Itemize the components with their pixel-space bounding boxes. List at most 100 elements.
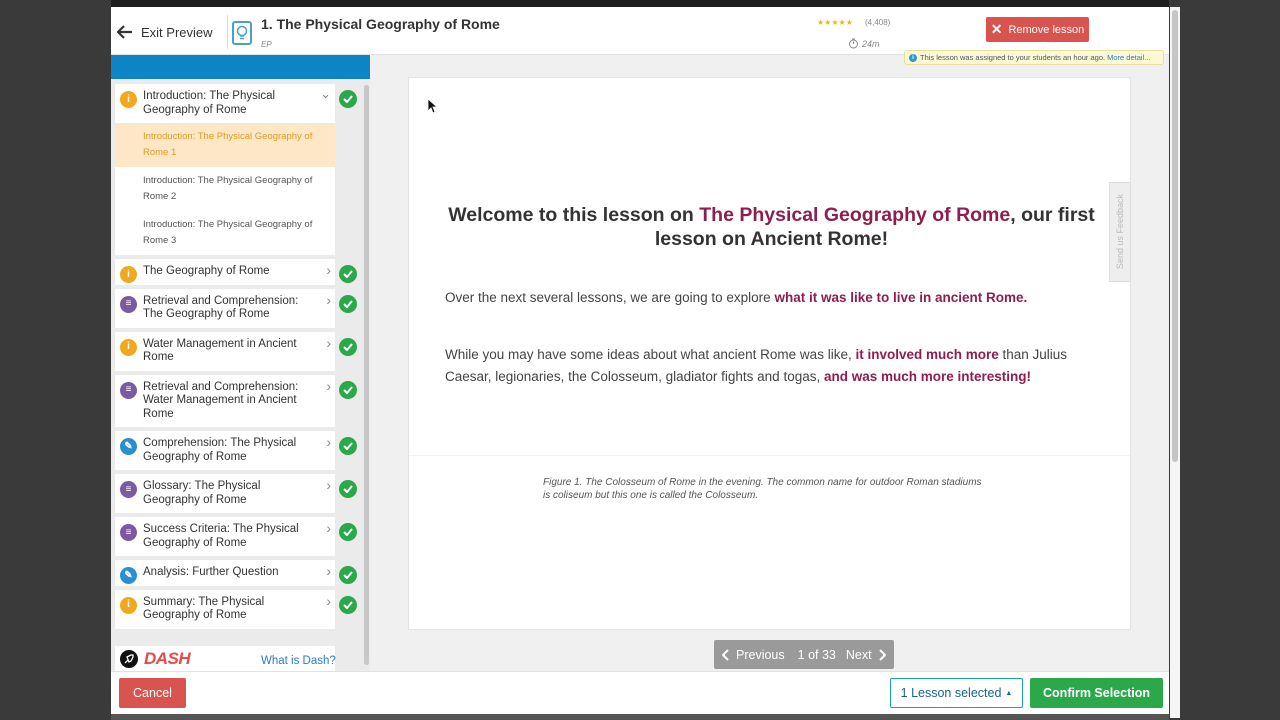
check-icon [339, 90, 357, 108]
check-icon [339, 595, 357, 614]
chevron-right-icon: › [326, 377, 331, 394]
lessons-selected-button[interactable]: 1 Lesson selected ▲ [890, 678, 1023, 708]
check-icon [339, 566, 357, 584]
previous-label: Previous [736, 647, 785, 662]
figure-caption: Figure 1. The Colosseum of Rome in the e… [543, 477, 982, 501]
window-bottom-strip [111, 714, 1169, 720]
what-is-dash-link[interactable]: What is Dash? [261, 655, 368, 667]
sidebar-subitem[interactable]: Introduction: The Physical Geography of … [115, 123, 335, 167]
page-scrollbar[interactable] [1172, 10, 1178, 462]
lightbulb-icon [232, 21, 252, 45]
sidebar-item[interactable]: ≡ Retrieval and Comprehension: Water Mana… [115, 374, 357, 427]
top-bar: Exit Preview 1. The Physical Geography o… [111, 7, 1169, 65]
chevron-right-icon: › [326, 520, 331, 536]
cancel-button[interactable]: Cancel [119, 678, 186, 708]
previous-button[interactable]: Previous [722, 648, 785, 662]
check-icon [339, 265, 357, 283]
next-label: Next [845, 647, 872, 662]
check-icon [339, 294, 357, 313]
lessons-selected-label: 1 Lesson selected [900, 686, 1002, 700]
remove-lesson-label: Remove lesson [1008, 23, 1085, 36]
bottom-bar: Cancel 1 Lesson selected ▲ Confirm Selec… [111, 671, 1169, 718]
sidebar-scrollbar[interactable] [364, 85, 369, 665]
sidebar-item[interactable]: i Water Management in Ancient Rome › [115, 331, 357, 371]
more-details-link[interactable]: More detail... [1107, 53, 1150, 62]
info-icon: i [909, 53, 917, 62]
mouse-cursor-icon [427, 98, 437, 114]
sidebar-item-label: The Geography of Rome [143, 265, 270, 277]
chevron-right-icon: › [326, 592, 331, 609]
check-icon [339, 380, 357, 399]
check-icon [339, 337, 357, 356]
check-icon [339, 523, 357, 541]
check-icon [339, 437, 357, 455]
slide-count: 1 of 33 [797, 647, 836, 662]
pencil-icon: ✎ [120, 567, 137, 584]
confirm-selection-button[interactable]: Confirm Selection [1030, 678, 1163, 708]
sidebar-item[interactable]: i The Geography of Rome › [115, 259, 357, 285]
stopwatch-icon [849, 38, 858, 49]
sidebar-item[interactable]: ✎ Comprehension: The Physical Geography o… [115, 431, 357, 470]
lesson-sidebar: i Introduction: The Physical Geography of… [111, 55, 370, 672]
arrow-left-icon [117, 25, 132, 39]
rocket-icon [120, 650, 138, 668]
duration-value: 24m [862, 38, 880, 49]
exit-preview-label: Exit Preview [141, 24, 213, 40]
list-icon: ≡ [120, 481, 137, 498]
chevron-right-icon [878, 648, 886, 661]
chevron-down-icon: ⌄ [320, 86, 331, 101]
divider [227, 15, 228, 49]
chevron-right-icon: › [326, 334, 331, 351]
pencil-icon: ✎ [120, 438, 137, 455]
list-icon: ≡ [120, 524, 137, 541]
lesson-preview-window: Exit Preview 1. The Physical Geography o… [111, 7, 1169, 718]
sidebar-item[interactable]: ✎ Analysis: Further Question › [115, 560, 357, 586]
sidebar-item[interactable]: ≡ Glossary: The Physical Geography of Rom… [115, 474, 357, 513]
chevron-right-icon: › [326, 434, 331, 450]
chevron-right-icon: › [326, 563, 331, 579]
p1-text: Over the next several lessons, we are go… [445, 290, 771, 305]
feedback-label: Send us Feedback [1115, 194, 1125, 270]
sidebar-header-bar [111, 55, 370, 79]
sidebar-item-label: Water Management in Ancient Rome [143, 337, 297, 364]
sidebar-item[interactable]: i Introduction: The Physical Geography of… [115, 84, 357, 123]
slide-content: Welcome to this lesson on The Physical G… [408, 77, 1131, 630]
next-button[interactable]: Next [846, 648, 886, 662]
sidebar-item[interactable]: ≡ Success Criteria: The Physical Geograph… [115, 517, 357, 556]
close-icon: ✕ [990, 21, 1003, 37]
sidebar-list: i Introduction: The Physical Geography of… [115, 84, 365, 633]
sidebar-item-label: Summary: The Physical Geography of Rome [143, 595, 265, 622]
sidebar-item[interactable]: ≡ Retrieval and Comprehension: The Geogra… [115, 288, 357, 328]
list-icon: ≡ [120, 295, 137, 313]
send-feedback-tab[interactable]: Send us Feedback [1109, 182, 1131, 282]
info-icon: i [120, 338, 137, 356]
lesson-title: 1. The Physical Geography of Rome [261, 16, 500, 32]
sidebar-subitem[interactable]: Introduction: The Physical Geography of … [115, 167, 335, 211]
sidebar-item-label: Analysis: Further Question [143, 566, 279, 578]
intro-paragraph: Over the next several lessons, we are go… [445, 287, 1095, 308]
dash-logo: DASH [144, 649, 191, 668]
caret-up-icon: ▲ [1005, 689, 1013, 697]
chevron-right-icon: › [326, 262, 331, 278]
p2-highlight-2: and was much more interesting! [823, 368, 1032, 384]
slide-pager: Previous 1 of 33 Next [714, 640, 894, 669]
p1-highlight: what it was like to live in ancient Rome… [774, 290, 1028, 305]
rating-stars-icon: ★★★★★ [817, 18, 853, 27]
lesson-subtitle: EP [261, 40, 272, 49]
sidebar-item-label: Comprehension: The Physical Geography of… [143, 437, 297, 463]
list-icon: ≡ [120, 381, 137, 399]
info-icon: i [120, 266, 137, 283]
info-icon: i [120, 91, 137, 108]
chevron-left-icon [722, 648, 729, 661]
lesson-duration: 24m [848, 38, 880, 49]
welcome-text: Welcome to this lesson on [448, 204, 694, 226]
detail-paragraph: While you may have some ideas about what… [445, 344, 1095, 387]
sidebar-item-label: Success Criteria: The Physical Geography… [143, 523, 299, 549]
rating-count: (4,408) [865, 18, 891, 27]
sidebar-item[interactable]: i Summary: The Physical Geography of Rome… [115, 589, 357, 629]
sidebar-item-label: Glossary: The Physical Geography of Rome [143, 480, 261, 506]
exit-preview-button[interactable]: Exit Preview [117, 21, 213, 43]
sidebar-subitem[interactable]: Introduction: The Physical Geography of … [115, 211, 335, 255]
remove-lesson-button[interactable]: ✕ Remove lesson [986, 17, 1089, 42]
p2-highlight-1: it involved much more [855, 347, 999, 362]
